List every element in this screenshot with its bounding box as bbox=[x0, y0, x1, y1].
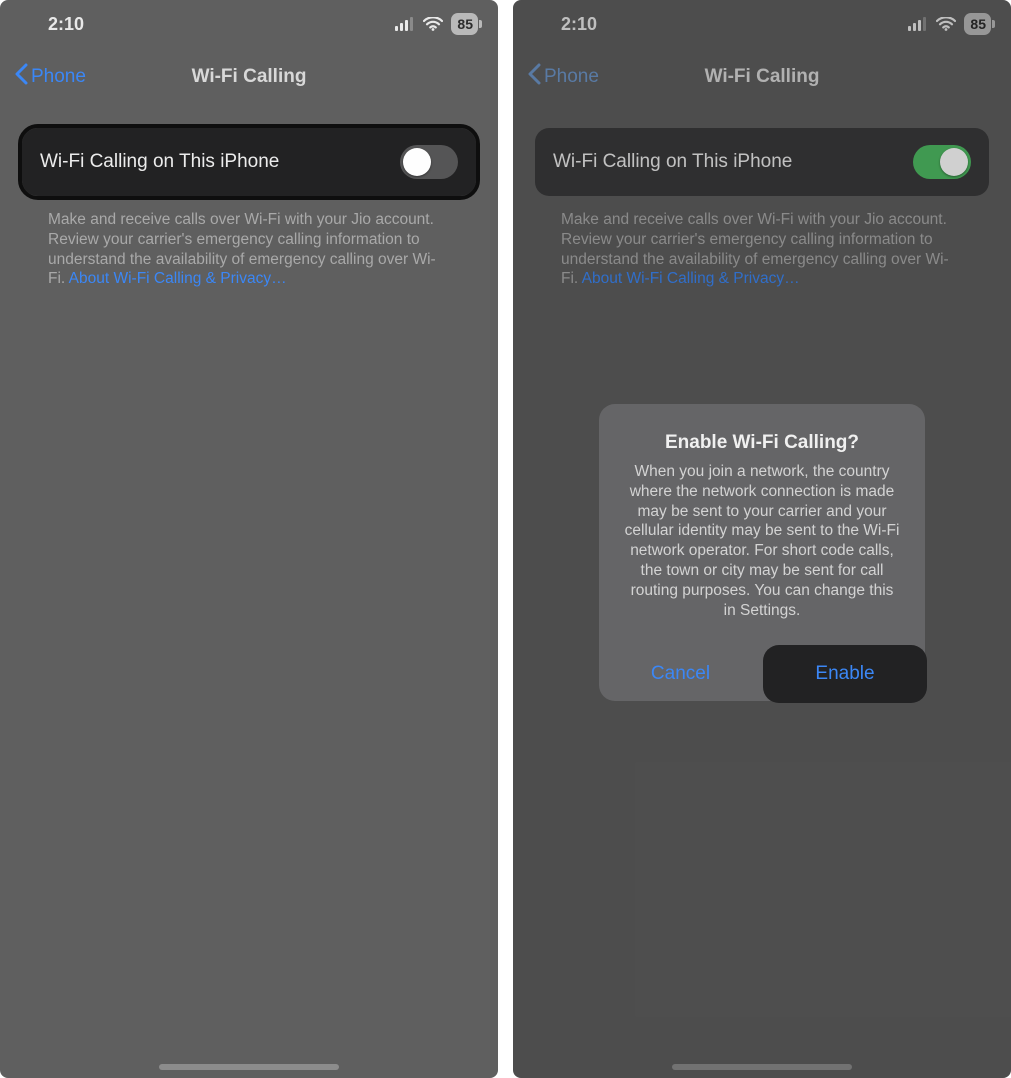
chevron-left-icon bbox=[527, 63, 541, 91]
footer-description: Make and receive calls over Wi-Fi with y… bbox=[561, 210, 963, 289]
back-label: Phone bbox=[31, 66, 86, 88]
toggle-knob bbox=[403, 148, 431, 176]
back-button[interactable]: Phone bbox=[14, 63, 86, 91]
status-right: 85 bbox=[908, 13, 991, 35]
status-time: 2:10 bbox=[48, 14, 84, 35]
about-privacy-link[interactable]: About Wi-Fi Calling & Privacy… bbox=[582, 270, 800, 287]
wifi-calling-row[interactable]: Wi-Fi Calling on This iPhone bbox=[22, 128, 476, 196]
alert-message: When you join a network, the country whe… bbox=[599, 462, 925, 647]
alert-title: Enable Wi-Fi Calling? bbox=[599, 404, 925, 462]
wifi-calling-toggle[interactable] bbox=[913, 145, 971, 179]
home-indicator[interactable] bbox=[159, 1064, 339, 1070]
cellular-icon bbox=[395, 17, 415, 31]
screenshot-right: 2:10 85 Phone Wi-Fi Calling Wi-Fi Callin… bbox=[513, 0, 1011, 1078]
cellular-icon bbox=[908, 17, 928, 31]
battery-level: 85 bbox=[457, 15, 473, 33]
status-right: 85 bbox=[395, 13, 478, 35]
about-privacy-link[interactable]: About Wi-Fi Calling & Privacy… bbox=[69, 270, 287, 287]
wifi-calling-toggle[interactable] bbox=[400, 145, 458, 179]
cancel-button[interactable]: Cancel bbox=[599, 647, 762, 701]
home-indicator[interactable] bbox=[672, 1064, 852, 1070]
wifi-calling-row[interactable]: Wi-Fi Calling on This iPhone bbox=[535, 128, 989, 196]
battery-icon: 85 bbox=[451, 13, 478, 35]
status-time: 2:10 bbox=[561, 14, 597, 35]
wifi-calling-label: Wi-Fi Calling on This iPhone bbox=[553, 151, 913, 173]
wifi-calling-label: Wi-Fi Calling on This iPhone bbox=[40, 151, 400, 173]
screenshot-left: 2:10 85 Phone Wi-Fi Calling Wi-Fi Callin… bbox=[0, 0, 498, 1078]
status-bar: 2:10 85 bbox=[0, 0, 498, 48]
back-button[interactable]: Phone bbox=[527, 63, 599, 91]
nav-bar: Phone Wi-Fi Calling bbox=[513, 48, 1011, 106]
wifi-icon bbox=[423, 17, 443, 31]
footer-description: Make and receive calls over Wi-Fi with y… bbox=[48, 210, 450, 289]
battery-icon: 85 bbox=[964, 13, 991, 35]
wifi-icon bbox=[936, 17, 956, 31]
nav-bar: Phone Wi-Fi Calling bbox=[0, 48, 498, 106]
back-label: Phone bbox=[544, 66, 599, 88]
status-bar: 2:10 85 bbox=[513, 0, 1011, 48]
battery-level: 85 bbox=[970, 15, 986, 33]
enable-wifi-calling-alert: Enable Wi-Fi Calling? When you join a ne… bbox=[599, 404, 925, 701]
enable-button[interactable]: Enable bbox=[763, 645, 927, 703]
toggle-knob bbox=[940, 148, 968, 176]
chevron-left-icon bbox=[14, 63, 28, 91]
